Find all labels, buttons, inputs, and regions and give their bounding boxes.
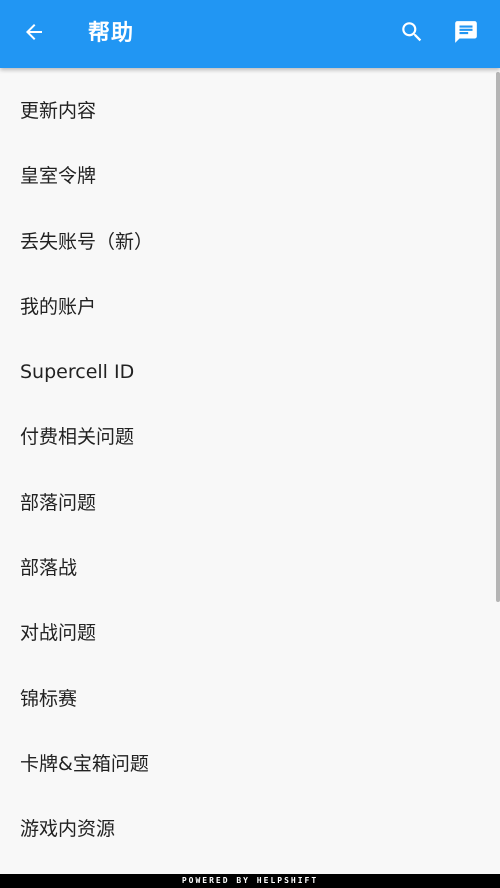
list-item[interactable]: 丢失账号（新）	[0, 199, 500, 264]
chat-button[interactable]	[450, 18, 482, 50]
list-item[interactable]: 部落问题	[0, 460, 500, 525]
chat-message-icon	[453, 19, 479, 49]
app-bar: 帮助	[0, 0, 500, 68]
list-item[interactable]: 对战问题	[0, 590, 500, 655]
powered-by-footer: POWERED BY HELPSHIFT	[0, 874, 500, 888]
list-item[interactable]: 游戏内资源	[0, 786, 500, 851]
scrollbar[interactable]	[496, 72, 500, 602]
back-button[interactable]	[18, 18, 50, 50]
list-item[interactable]: 锦标赛	[0, 656, 500, 721]
list-item[interactable]: 我的账户	[0, 264, 500, 329]
faq-section-list: 更新内容 皇室令牌 丢失账号（新） 我的账户 Supercell ID 付费相关…	[0, 68, 500, 874]
list-item[interactable]: Supercell ID	[0, 329, 500, 394]
list-item[interactable]: 更新内容	[0, 68, 500, 133]
list-item[interactable]: 付费相关问题	[0, 394, 500, 459]
help-screen: 帮助 更新内容 皇室令牌 丢失账号（新） 我的账户 Supercell ID 付…	[0, 0, 500, 888]
search-button[interactable]	[396, 18, 428, 50]
search-icon	[399, 19, 425, 49]
list-item[interactable]: 部落战	[0, 525, 500, 590]
list-item[interactable]: 卡牌&宝箱问题	[0, 721, 500, 786]
page-title: 帮助	[88, 21, 135, 46]
list-item[interactable]: 皇室令牌	[0, 133, 500, 198]
arrow-left-icon	[22, 20, 46, 48]
